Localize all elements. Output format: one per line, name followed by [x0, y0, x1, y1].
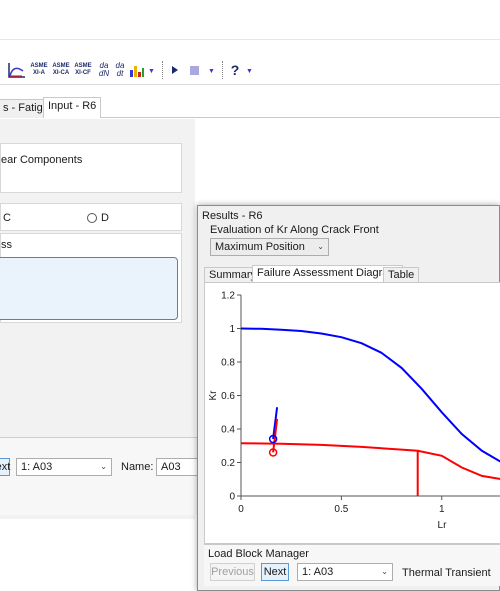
results-r6-window: Results - R6 Evaluation of Kr Along Crac… — [197, 205, 500, 591]
title-bar — [0, 0, 500, 40]
asme-xi-a-button[interactable]: ASME XI-A — [28, 59, 50, 81]
asme-xi-a-line1: ASME — [30, 63, 48, 69]
y-tick-label: 0.2 — [221, 458, 235, 469]
asme-xi-cf-line2: XI-CF — [75, 70, 91, 76]
x-tick-label: 0.5 — [334, 504, 348, 515]
position-combo[interactable]: Maximum Position ⌄ — [210, 238, 329, 256]
stress-group-label: ss — [1, 239, 12, 251]
y-tick-label: 0.8 — [221, 358, 235, 369]
series-line-2 — [240, 442, 500, 480]
toolbar-separator — [162, 61, 163, 79]
run-dropdown-arrow-icon[interactable]: ▼ — [208, 68, 215, 75]
name-input[interactable]: A03 — [156, 458, 200, 476]
da-dt-button[interactable]: da dt — [110, 59, 130, 81]
results-subtitle: Evaluation of Kr Along Crack Front — [210, 224, 379, 236]
asme-xi-ca-line1: ASME — [52, 63, 70, 69]
x-tick-label: 1 — [439, 504, 445, 515]
fad-chart-panel: 0 0.2 0.4 0.6 0.8 1 1.2 0 0.5 1 Lr Kr — [204, 282, 500, 544]
load-block-combo-value: 1: A03 — [302, 566, 334, 578]
y-tick-label: 0 — [229, 492, 235, 503]
next-button[interactable]: Next — [261, 563, 289, 581]
help-icon[interactable]: ? — [229, 59, 241, 81]
load-case-name: Thermal Transient — [402, 567, 491, 579]
radio-d-circle — [87, 213, 97, 223]
next-button[interactable]: ext — [0, 458, 10, 476]
previous-button[interactable]: Previous — [210, 563, 255, 581]
chevron-down-icon: ⌄ — [381, 567, 388, 576]
series-line-0 — [240, 327, 500, 463]
option-radio-group: C D — [0, 203, 182, 231]
asme-xi-a-line2: XI-A — [33, 70, 45, 76]
y-axis-label: Kr — [208, 390, 219, 401]
x-axis-label: Lr — [438, 520, 448, 531]
chart-tool-icon[interactable] — [6, 59, 28, 81]
load-block-manager: Load Block Manager Previous Next 1: A03 … — [204, 544, 500, 586]
asme-xi-cf-line1: ASME — [74, 63, 92, 69]
component-group-label: ear Components — [1, 154, 83, 166]
radio-d-label: D — [101, 212, 109, 224]
radio-c[interactable]: C — [3, 212, 11, 224]
tab-input-r6[interactable]: Input - R6 — [43, 97, 102, 118]
name-label: Name: — [121, 461, 154, 473]
chevron-down-icon: ⌄ — [100, 462, 107, 471]
tab-table[interactable]: Table — [383, 267, 420, 283]
asme-xi-cf-button[interactable]: ASME XI-CF — [72, 59, 94, 81]
y-tick-label: 1 — [229, 324, 235, 335]
y-tick-label: 0.6 — [221, 391, 235, 402]
da-dn-denominator: dN — [98, 69, 110, 78]
x-tick-label: 0 — [238, 504, 244, 515]
radio-c-label: C — [3, 212, 11, 224]
radio-d[interactable]: D — [87, 212, 109, 224]
chart-dropdown-arrow-icon[interactable]: ▼ — [148, 68, 155, 75]
position-combo-value: Maximum Position — [215, 241, 305, 253]
help-dropdown-arrow-icon[interactable]: ▼ — [246, 68, 253, 75]
bar-chart-icon[interactable] — [128, 59, 146, 81]
y-tick-label: 0.4 — [221, 425, 235, 436]
toolbar: ASME XI-A ASME XI-CA ASME XI-CF da dN da… — [0, 55, 500, 85]
fad-chart: 0 0.2 0.4 0.6 0.8 1 1.2 0 0.5 1 Lr Kr — [208, 291, 500, 531]
toolbar-separator — [222, 61, 223, 79]
results-window-title: Results - R6 — [202, 210, 263, 222]
load-block-combo[interactable]: 1: A03 ⌄ — [16, 458, 112, 476]
bottom-navigation-bar: ext 1: A03 ⌄ Name: A03 — [0, 437, 200, 515]
da-dt-denominator: dt — [116, 69, 124, 78]
document-tabstrip: s - Fatigue Input - R6 — [0, 97, 500, 118]
asme-xi-ca-line2: XI-CA — [52, 70, 70, 76]
stress-group: ss — [0, 233, 182, 323]
stress-text-area[interactable] — [0, 257, 178, 320]
load-block-manager-header: Load Block Manager — [208, 548, 309, 560]
asme-xi-ca-button[interactable]: ASME XI-CA — [50, 59, 72, 81]
chevron-down-icon: ⌄ — [317, 242, 324, 251]
load-block-combo[interactable]: 1: A03 ⌄ — [297, 563, 393, 581]
tab-failure-assessment-diagram[interactable]: Failure Assessment Diagram — [252, 265, 403, 283]
stop-icon[interactable] — [188, 59, 200, 81]
component-group: ear Components — [0, 143, 182, 193]
load-block-combo-value: 1: A03 — [21, 461, 53, 473]
y-tick-label: 1.2 — [221, 291, 235, 302]
play-icon[interactable] — [169, 59, 181, 81]
